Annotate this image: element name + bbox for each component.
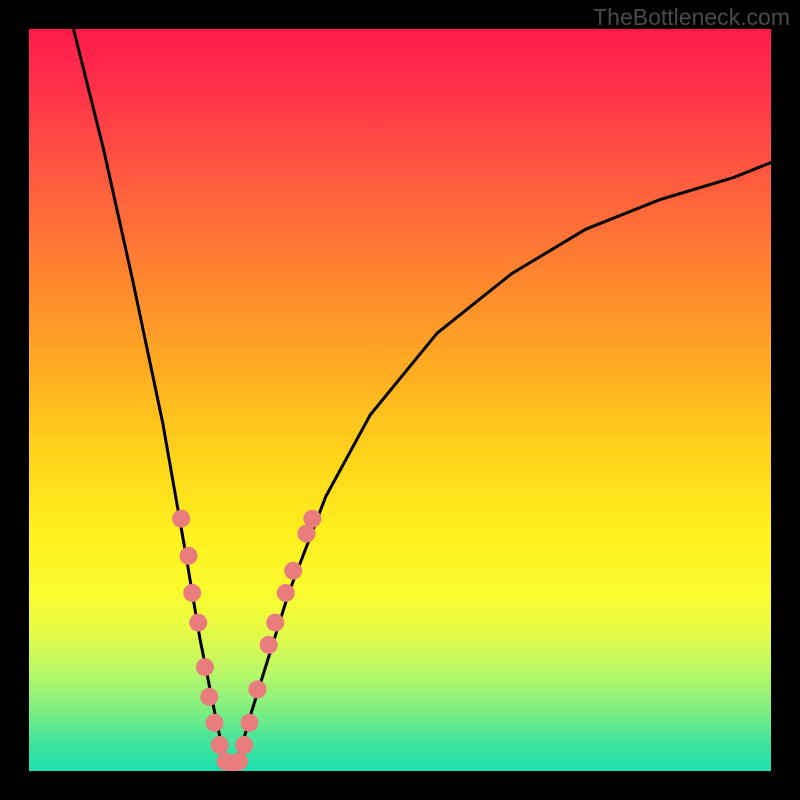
- scatter-dot: [196, 658, 214, 676]
- chart-frame: TheBottleneck.com: [0, 0, 800, 800]
- scatter-dot: [249, 680, 267, 698]
- scatter-dot: [206, 714, 224, 732]
- scatter-dot: [260, 636, 278, 654]
- plot-area: [29, 29, 771, 771]
- scatter-dot: [284, 562, 302, 580]
- scatter-dot: [189, 614, 207, 632]
- bottleneck-curve: [74, 29, 772, 764]
- scatter-dot: [235, 736, 253, 754]
- watermark-text: TheBottleneck.com: [593, 4, 790, 31]
- scatter-dot: [230, 752, 248, 770]
- scatter-dot: [180, 547, 198, 565]
- scatter-dot: [211, 736, 229, 754]
- scatter-dot: [277, 584, 295, 602]
- scatter-dot: [172, 510, 190, 528]
- scatter-dot: [183, 584, 201, 602]
- scatter-dot: [266, 614, 284, 632]
- scatter-dot: [200, 688, 218, 706]
- chart-svg: [29, 29, 771, 771]
- scatter-dot: [240, 714, 258, 732]
- scatter-dot: [303, 510, 321, 528]
